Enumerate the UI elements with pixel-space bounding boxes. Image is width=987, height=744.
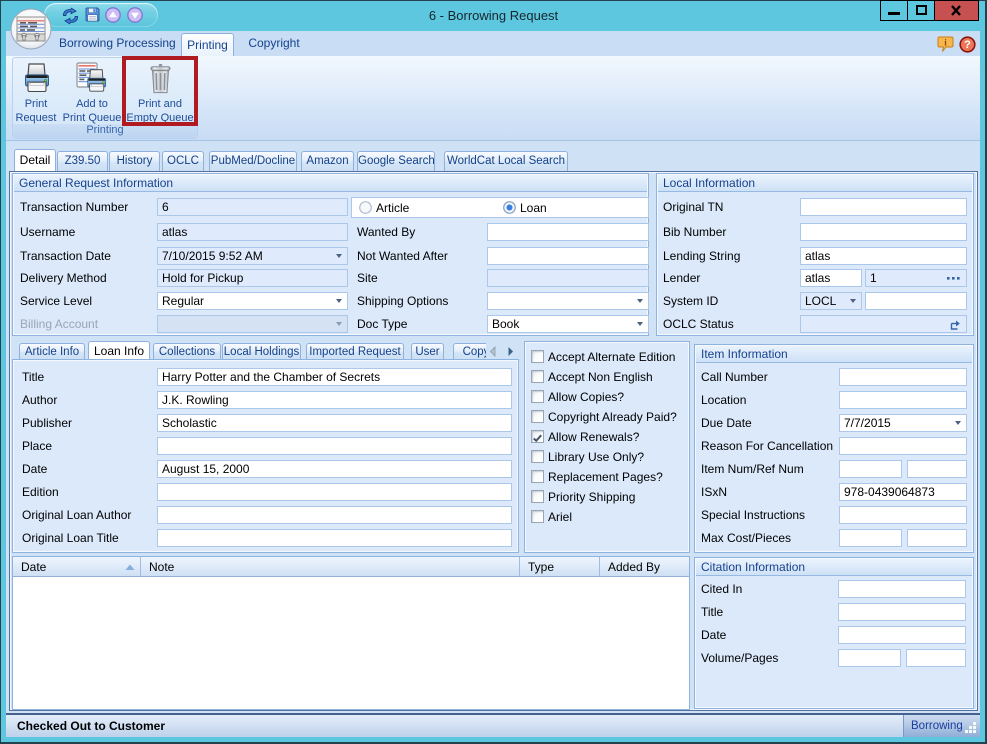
svg-text:?: ? bbox=[964, 39, 971, 51]
